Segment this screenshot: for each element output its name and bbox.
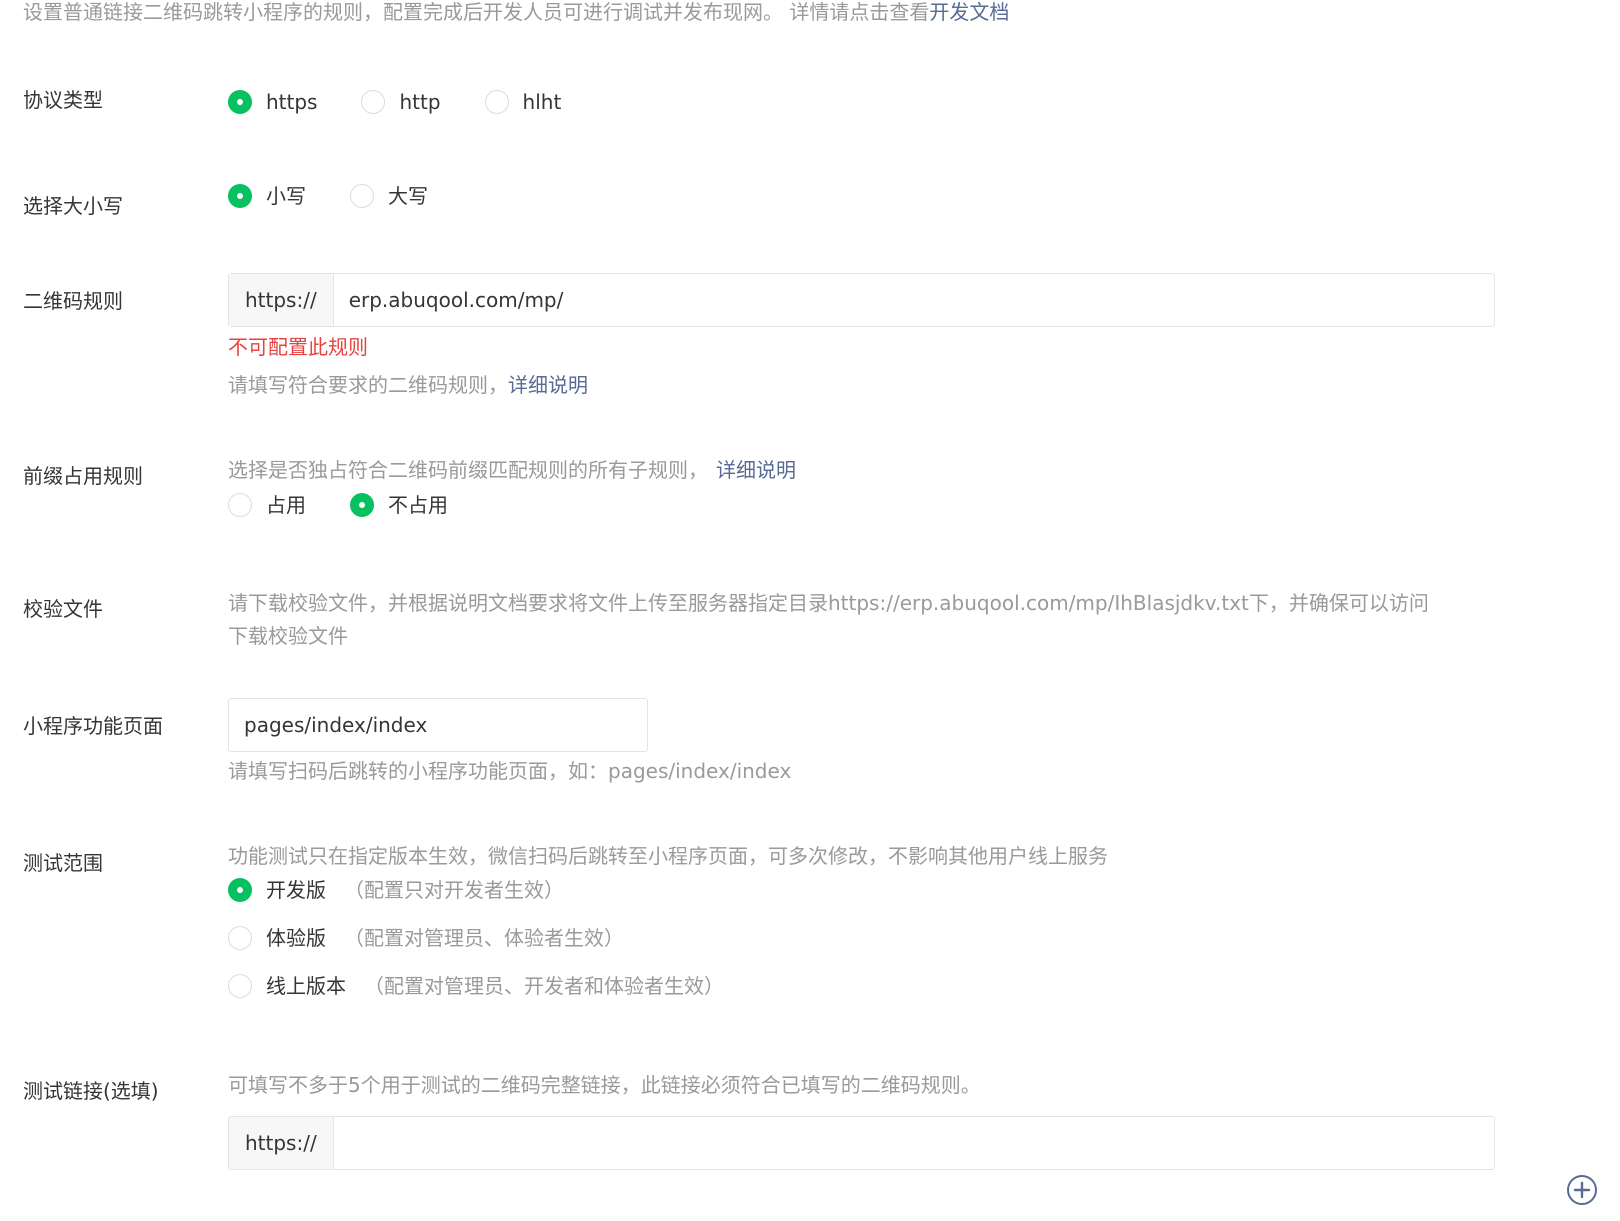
radio-unchecked-icon — [350, 184, 374, 208]
radio-label: 小写 — [266, 184, 306, 208]
protocol-https-radio[interactable]: https — [228, 88, 317, 116]
download-verify-file-link[interactable]: 下载校验文件 — [228, 622, 348, 650]
protocol-hlht-radio[interactable]: hlht — [484, 88, 562, 116]
test-link-input[interactable] — [334, 1117, 1494, 1169]
radio-note: （配置只对开发者生效） — [344, 878, 564, 902]
page-label: 小程序功能页面 — [23, 714, 163, 738]
radio-label: http — [399, 90, 441, 114]
test-links-label: 测试链接(选填) — [23, 1079, 159, 1103]
test-scope-trial-radio-row: 体验版 （配置对管理员、体验者生效） — [228, 923, 624, 953]
qr-rule-input[interactable]: erp.abuqool.com/mp/ — [334, 274, 1494, 326]
protocol-radio-group: https http hlht — [228, 87, 561, 117]
qr-rule-hint: 请填写符合要求的二维码规则，详细说明 — [228, 371, 588, 399]
plus-circle-icon[interactable] — [1566, 1174, 1598, 1206]
radio-note: （配置对管理员、开发者和体验者生效） — [364, 974, 724, 998]
test-links-hint: 可填写不多于5个用于测试的二维码完整链接，此链接必须符合已填写的二维码规则。 — [228, 1073, 981, 1097]
test-link-input-group: https:// — [228, 1116, 1495, 1170]
intro-text: 设置普通链接二维码跳转小程序的规则，配置完成后开发人员可进行调试并发布现网。 详… — [23, 0, 1009, 24]
case-radio-group: 小写 大写 — [228, 181, 428, 211]
prefix-rule-hint-text: 选择是否独占符合二维码前缀匹配规则的所有子规则， — [228, 458, 708, 482]
qr-rule-label: 二维码规则 — [23, 289, 123, 313]
radio-note: （配置对管理员、体验者生效） — [344, 926, 624, 950]
page-input-group: pages/index/index — [228, 698, 648, 752]
dev-docs-link[interactable]: 开发文档 — [929, 0, 1009, 24]
verify-file-label: 校验文件 — [23, 597, 103, 621]
radio-unchecked-icon — [228, 974, 252, 998]
radio-label: 开发版 — [266, 878, 326, 902]
verify-file-hint: 请下载校验文件，并根据说明文档要求将文件上传至服务器指定目录https://er… — [228, 591, 1429, 615]
radio-unchecked-icon — [361, 90, 386, 114]
radio-label: 体验版 — [266, 926, 326, 950]
prefix-rule-label: 前缀占用规则 — [23, 464, 143, 488]
case-lower-radio[interactable]: 小写 — [228, 182, 306, 210]
qr-rule-hint-text: 请填写符合要求的二维码规则， — [228, 373, 508, 397]
qr-rule-detail-link[interactable]: 详细说明 — [508, 373, 588, 397]
prefix-not-occupy-radio[interactable]: 不占用 — [350, 491, 448, 519]
radio-checked-icon — [228, 90, 252, 114]
radio-label: hlht — [522, 90, 562, 114]
test-scope-dev-radio[interactable]: 开发版 （配置只对开发者生效） — [228, 876, 564, 904]
prefix-occupy-radio[interactable]: 占用 — [228, 491, 306, 519]
radio-label: 不占用 — [388, 493, 448, 517]
case-label: 选择大小写 — [23, 194, 123, 218]
protocol-http-radio[interactable]: http — [361, 88, 441, 116]
test-link-prefix: https:// — [229, 1117, 334, 1169]
intro-description: 设置普通链接二维码跳转小程序的规则，配置完成后开发人员可进行调试并发布现网。 详… — [23, 0, 930, 24]
test-scope-dev-radio-row: 开发版 （配置只对开发者生效） — [228, 875, 564, 905]
page-input[interactable]: pages/index/index — [229, 699, 647, 751]
qr-rule-error: 不可配置此规则 — [228, 335, 368, 359]
prefix-rule-hint: 选择是否独占符合二维码前缀匹配规则的所有子规则， 详细说明 — [228, 456, 796, 484]
radio-label: https — [266, 90, 318, 114]
radio-unchecked-icon — [228, 493, 252, 517]
radio-unchecked-icon — [228, 926, 252, 950]
page-hint: 请填写扫码后跳转的小程序功能页面，如：pages/index/index — [228, 759, 792, 783]
case-upper-radio[interactable]: 大写 — [350, 182, 428, 210]
radio-label: 大写 — [388, 184, 428, 208]
test-scope-online-radio-row: 线上版本 （配置对管理员、开发者和体验者生效） — [228, 971, 724, 1001]
radio-label: 占用 — [266, 493, 306, 517]
radio-label: 线上版本 — [266, 974, 346, 998]
test-scope-label: 测试范围 — [23, 851, 103, 875]
test-scope-hint: 功能测试只在指定版本生效，微信扫码后跳转至小程序页面，可多次修改，不影响其他用户… — [228, 844, 1108, 868]
radio-unchecked-icon — [484, 90, 509, 114]
radio-checked-icon — [350, 493, 374, 517]
radio-checked-icon — [228, 878, 252, 902]
test-scope-trial-radio[interactable]: 体验版 （配置对管理员、体验者生效） — [228, 924, 624, 952]
qr-rule-input-group: https:// erp.abuqool.com/mp/ — [228, 273, 1495, 327]
protocol-label: 协议类型 — [23, 88, 103, 112]
prefix-rule-detail-link[interactable]: 详细说明 — [716, 458, 796, 482]
test-scope-online-radio[interactable]: 线上版本 （配置对管理员、开发者和体验者生效） — [228, 972, 724, 1000]
prefix-rule-radio-group: 占用 不占用 — [228, 490, 448, 520]
qr-rule-prefix: https:// — [229, 274, 334, 326]
radio-checked-icon — [228, 184, 252, 208]
